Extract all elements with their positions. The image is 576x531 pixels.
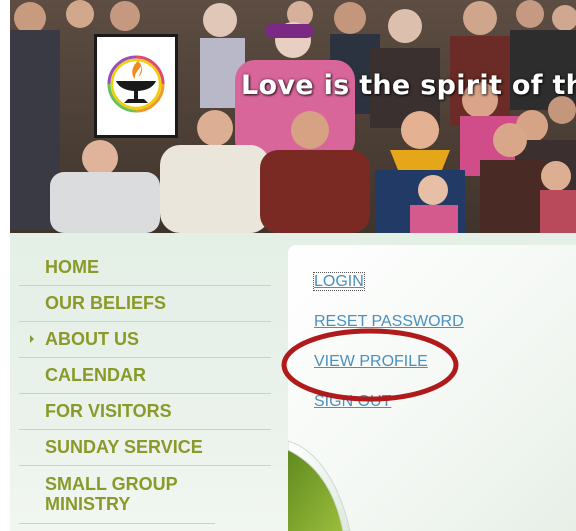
nav-item-label: SMALL GROUP MINISTRY (45, 474, 178, 514)
flaming-chalice-icon (107, 55, 165, 113)
nav-item-small-group-ministry[interactable]: SMALL GROUP MINISTRY (19, 466, 215, 524)
banner-tagline: Love is the spirit of th (241, 70, 576, 101)
account-panel: LOGIN RESET PASSWORD VIEW PROFILE SIGN O… (288, 245, 576, 531)
nav-item-label: HOME (45, 257, 99, 277)
nav-item-label: OUR BELIEFS (45, 293, 167, 313)
nav-item-label: CALENDAR (45, 365, 146, 385)
nav-item-label: ABOUT US (45, 329, 139, 349)
nav-item-sunday-service[interactable]: SUNDAY SERVICE (19, 430, 271, 466)
nav-item-calendar[interactable]: CALENDAR (19, 358, 271, 394)
nav-item-home[interactable]: HOME (19, 250, 271, 286)
triangle-right-icon (30, 335, 34, 343)
page-curl-decoration (288, 440, 351, 531)
nav-item-our-beliefs[interactable]: OUR BELIEFS (19, 286, 271, 322)
nav-item-label: SUNDAY SERVICE (45, 437, 203, 457)
page: Love is the spirit of th HOME OUR BELIEF… (0, 0, 576, 531)
nav-item-label: FOR VISITORS (45, 401, 172, 421)
header-banner: Love is the spirit of th (10, 0, 576, 233)
nav-item-about-us[interactable]: ABOUT US (19, 322, 271, 358)
main-navigation: HOME OUR BELIEFS ABOUT US CALENDAR FOR V… (19, 250, 271, 524)
nav-item-for-visitors[interactable]: FOR VISITORS (19, 394, 271, 430)
church-logo[interactable] (94, 34, 178, 138)
